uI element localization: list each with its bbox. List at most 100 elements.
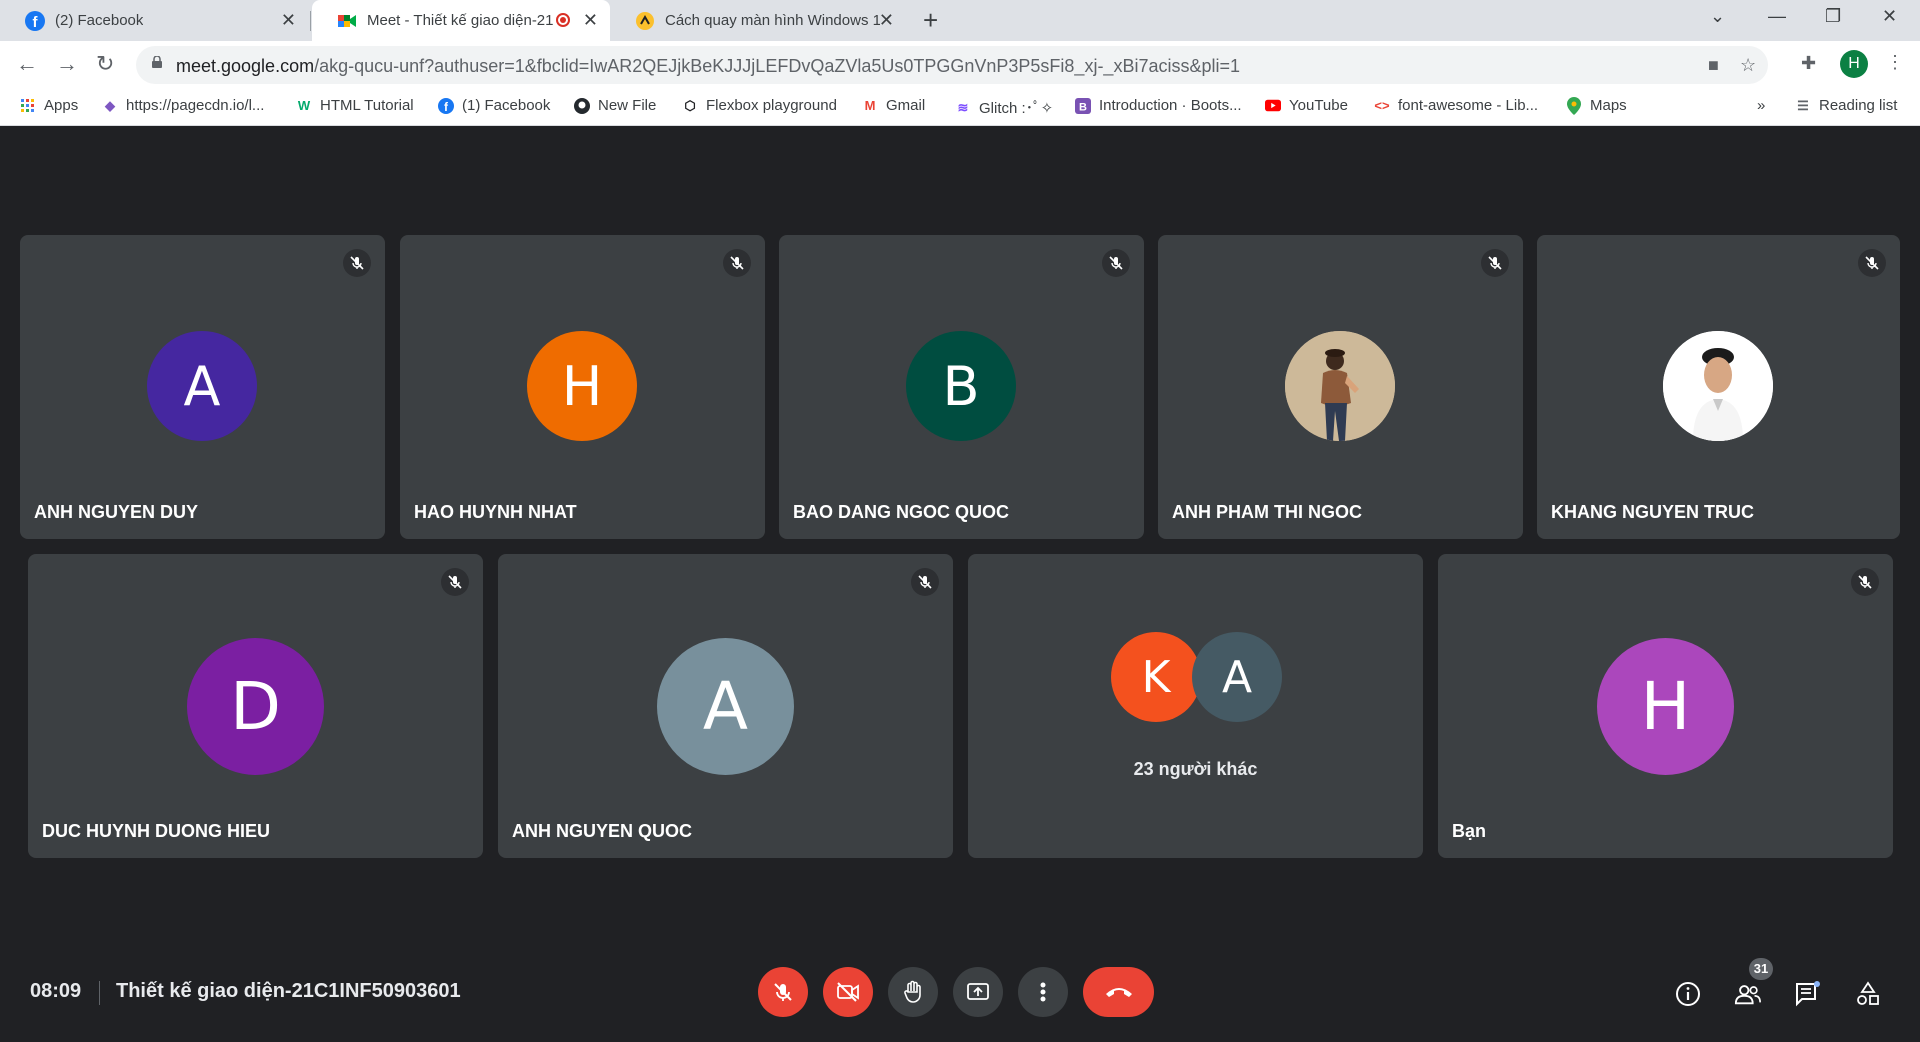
participant-avatar: A	[147, 331, 257, 441]
participant-tile[interactable]: A ANH NGUYEN DUY	[20, 235, 385, 539]
url-text: meet.google.com/akg-qucu-unf?authuser=1&…	[176, 56, 1240, 77]
bookmark-label: New File	[598, 97, 657, 114]
participant-tile[interactable]: B BAO DANG NGOC QUOC	[779, 235, 1144, 539]
bookmarks-bar: Apps ◆ https://pagecdn.io/l... W HTML Tu…	[0, 89, 1920, 126]
chat-button[interactable]	[1794, 980, 1822, 1008]
bookmark-maps[interactable]: Maps	[1566, 96, 1627, 115]
tab-screen-record-guide[interactable]: Cách quay màn hình Windows 10 ✕	[610, 0, 906, 41]
youtube-icon	[1265, 98, 1281, 114]
close-tab-icon[interactable]: ✕	[281, 10, 296, 31]
window-close-icon[interactable]: ✕	[1882, 6, 1897, 27]
glitch-icon: ≋	[957, 99, 969, 115]
bookmark-flexbox-playground[interactable]: ⬡ Flexbox playground	[682, 97, 837, 114]
bookmark-youtube[interactable]: YouTube	[1265, 97, 1348, 114]
meeting-details-button[interactable]	[1674, 980, 1702, 1008]
participant-avatar: B	[906, 331, 1016, 441]
tab-title: Meet - Thiết kế giao diện-21	[367, 12, 554, 29]
muted-mic-icon	[911, 568, 939, 596]
svg-text:B: B	[1079, 101, 1087, 113]
self-name: Bạn	[1452, 821, 1487, 841]
muted-mic-icon	[1481, 249, 1509, 277]
bookmark-bootstrap[interactable]: B Introduction · Boots...	[1075, 97, 1242, 114]
bookmark-font-awesome[interactable]: <> font-awesome - Lib...	[1374, 97, 1538, 114]
participant-tile[interactable]: A ANH NGUYEN QUOC	[498, 554, 953, 858]
more-options-button[interactable]	[1018, 967, 1068, 1017]
camera-toggle-button[interactable]	[823, 967, 873, 1017]
bookmark-star-icon[interactable]: ☆	[1740, 55, 1756, 76]
menu-kebab-icon[interactable]: ⋮	[1886, 52, 1904, 73]
tab-meet[interactable]: Meet - Thiết kế giao diện-21 ✕	[312, 0, 610, 41]
code-icon: <>	[1374, 98, 1390, 113]
bookmark-new-file[interactable]: New File	[574, 97, 656, 114]
muted-mic-icon	[1851, 568, 1879, 596]
other-participant-avatar: A	[1192, 632, 1282, 722]
browser-toolbar: ← → ↻ meet.google.com/akg-qucu-unf?authu…	[0, 41, 1920, 89]
bookmark-facebook[interactable]: f (1) Facebook	[438, 97, 550, 114]
tab-facebook[interactable]: f (2) Facebook ✕	[0, 0, 308, 41]
meeting-clock: 08:09	[30, 980, 82, 1002]
leave-call-button[interactable]	[1083, 967, 1154, 1017]
participant-name: HAO HUYNH NHAT	[414, 502, 577, 522]
bookmark-pagecdn[interactable]: ◆ https://pagecdn.io/l...	[102, 97, 264, 114]
raise-hand-button[interactable]	[888, 967, 938, 1017]
muted-mic-icon	[441, 568, 469, 596]
close-tab-icon[interactable]: ✕	[879, 10, 894, 31]
minimize-icon[interactable]: —	[1768, 6, 1786, 27]
more-bookmarks-label: »	[1757, 97, 1766, 114]
new-tab-plus-icon[interactable]: +	[923, 5, 938, 36]
activities-button[interactable]	[1854, 980, 1882, 1008]
bookmark-label: Maps	[1590, 97, 1627, 114]
url-path: /akg-qucu-unf?authuser=1&fbclid=IwAR2QEJ…	[314, 56, 1241, 76]
participant-name: KHANG NGUYEN TRUC	[1551, 502, 1755, 522]
extensions-puzzle-icon[interactable]: ✚	[1801, 53, 1816, 74]
muted-mic-icon	[343, 249, 371, 277]
participant-avatar: D	[187, 638, 324, 775]
bookmark-gmail[interactable]: M Gmail	[862, 97, 926, 114]
bookmark-label: Glitch :･ﾟ✧	[979, 100, 1054, 117]
present-screen-button[interactable]	[953, 967, 1003, 1017]
close-tab-icon[interactable]: ✕	[583, 10, 598, 31]
participant-tile[interactable]: ANH PHAM THI NGOC	[1158, 235, 1523, 539]
raise-hand-icon	[904, 980, 921, 1003]
self-tile[interactable]: H Bạn	[1438, 554, 1893, 858]
bookmark-label: Apps	[44, 97, 79, 114]
participant-avatar: H	[527, 331, 637, 441]
participant-tile[interactable]: KHANG NGUYEN TRUC	[1537, 235, 1900, 539]
pagecdn-icon: ◆	[105, 97, 115, 113]
mic-toggle-button[interactable]	[758, 967, 808, 1017]
bookmark-glitch[interactable]: ≋ Glitch :･ﾟ✧	[955, 97, 1054, 118]
pinned-site-icon	[635, 11, 655, 31]
forward-arrow-icon[interactable]: →	[56, 51, 78, 77]
participant-avatar: A	[657, 638, 794, 775]
participant-tile[interactable]: D DUC HUYNH DUONG HIEU	[28, 554, 483, 858]
camera-off-icon	[837, 982, 859, 1002]
lock-icon	[152, 56, 162, 68]
restore-icon[interactable]: ❐	[1825, 6, 1841, 27]
camera-in-use-icon[interactable]: ■	[1708, 55, 1719, 76]
address-bar[interactable]: meet.google.com/akg-qucu-unf?authuser=1&…	[136, 46, 1768, 84]
tab-search-chevron-icon[interactable]: ⌄	[1710, 6, 1725, 27]
reading-list-button[interactable]: ☰ Reading list	[1795, 97, 1897, 114]
others-tile[interactable]: K A 23 người khác	[968, 554, 1423, 858]
reload-icon[interactable]: ↻	[96, 51, 114, 77]
bookmark-apps[interactable]: Apps	[20, 97, 78, 114]
w3schools-icon: W	[297, 98, 311, 113]
present-screen-icon	[967, 983, 989, 1000]
apps-grid-icon	[20, 98, 36, 114]
bookmark-label: https://pagecdn.io/l...	[126, 97, 265, 114]
bookmark-html-tutorial[interactable]: W HTML Tutorial	[296, 97, 414, 114]
participants-button[interactable]	[1734, 980, 1762, 1008]
participant-tile[interactable]: H HAO HUYNH NHAT	[400, 235, 765, 539]
meeting-title: Thiết kế giao diện-21C1INF50903601	[116, 980, 461, 1002]
participant-name: BAO DANG NGOC QUOC	[793, 502, 1009, 522]
back-arrow-icon[interactable]: ←	[16, 51, 38, 77]
profile-avatar[interactable]: H	[1840, 50, 1868, 78]
tab-divider	[310, 11, 311, 31]
self-avatar: H	[1597, 638, 1734, 775]
bookmark-label: Flexbox playground	[706, 97, 837, 114]
muted-mic-icon	[1102, 249, 1130, 277]
facebook-icon: f	[438, 97, 454, 114]
gmail-icon: M	[864, 98, 876, 113]
bookmark-label: Introduction · Boots...	[1099, 97, 1242, 114]
more-bookmarks-chevron[interactable]: »	[1757, 97, 1765, 114]
